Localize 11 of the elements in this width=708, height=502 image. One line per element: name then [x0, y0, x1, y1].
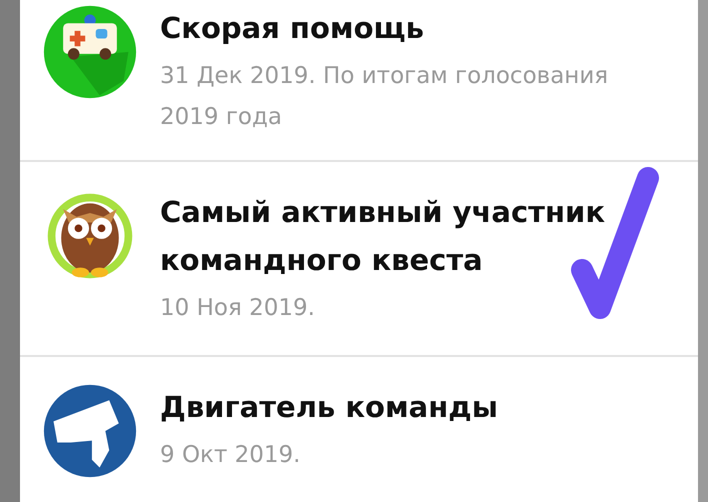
achievement-title: Скорая помощь	[160, 10, 425, 47]
megaphone-icon	[42, 383, 138, 479]
achievement-item[interactable]: Скорая помощь 31 Дек 2019. По итогам голосования 2019 года	[20, 0, 698, 162]
achievement-item[interactable]: Двигатель команды 9 Окт 2019.	[20, 357, 698, 502]
achievement-title: Самый активный участник командного квеста	[160, 194, 606, 279]
achievement-item[interactable]: Самый активный участник командного квеста 10 Ноя 2019.	[20, 162, 698, 357]
ambulance-icon	[42, 4, 138, 100]
achievement-date: 10 Ноя 2019.	[160, 294, 316, 323]
achievement-date: 31 Дек 2019. По итогам голосования 2019 года	[160, 62, 610, 132]
achievement-date: 9 Окт 2019.	[160, 441, 302, 470]
achievement-title: Двигатель команды	[160, 389, 498, 426]
